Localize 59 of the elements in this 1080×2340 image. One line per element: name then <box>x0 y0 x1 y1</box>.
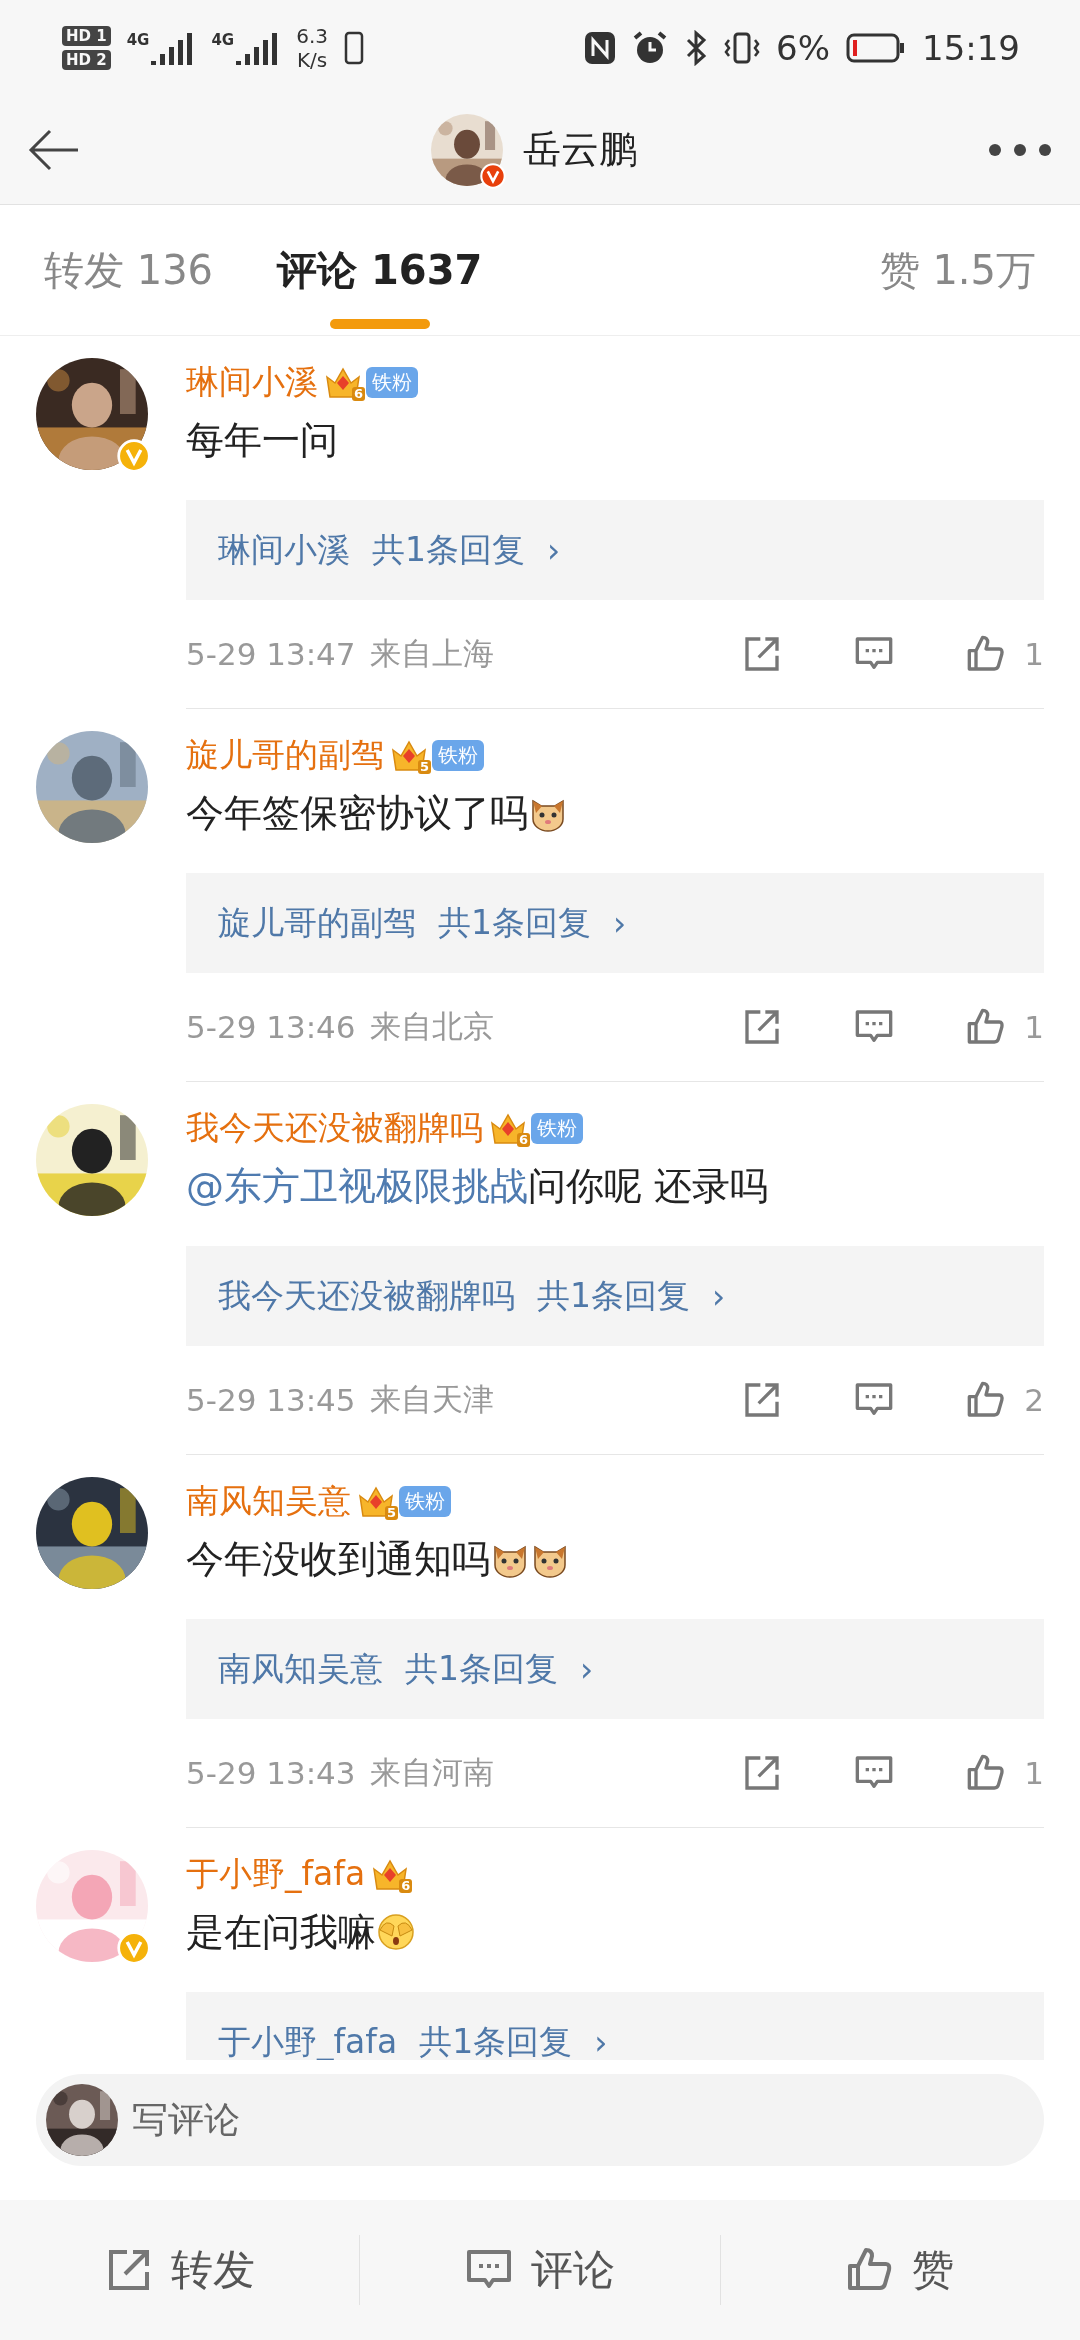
commenter-name[interactable]: 琳间小溪 <box>186 359 318 405</box>
face-covering-emoji-icon <box>376 1912 416 1952</box>
comment-time: 5-29 13:45 <box>186 1382 356 1418</box>
alarm-icon <box>632 29 669 66</box>
replies-link[interactable]: 我今天还没被翻牌吗 共1条回复 › <box>186 1246 1044 1346</box>
comment-time: 5-29 13:47 <box>186 636 356 672</box>
tab[interactable]: 赞 1.5万 <box>879 205 1036 335</box>
phone-icon <box>344 30 364 65</box>
comment-time: 5-29 13:43 <box>186 1755 356 1791</box>
sim-label: HD 2 <box>62 49 111 70</box>
commenter-name[interactable]: 我今天还没被翻牌吗 <box>186 1105 483 1151</box>
commenter-name[interactable]: 旋儿哥的副驾 <box>186 732 384 778</box>
replies-link[interactable]: 于小野_fafa 共1条回复 › <box>186 1992 1044 2060</box>
comment-text: @东方卫视极限挑战问你呢 还录吗 <box>186 1163 770 1210</box>
fan-badge: 铁粉 <box>366 366 418 398</box>
replies-link[interactable]: 琳间小溪 共1条回复 › <box>186 500 1044 600</box>
back-arrow-icon[interactable] <box>28 128 80 171</box>
commenter-name[interactable]: 于小野_fafa <box>186 1851 366 1897</box>
like-count: 1 <box>1024 1755 1044 1791</box>
like-count: 2 <box>1024 1382 1044 1418</box>
comment-time: 5-29 13:46 <box>186 1009 356 1045</box>
comment-input[interactable]: 写评论 <box>36 2074 1044 2166</box>
like-count: 1 <box>1024 636 1044 672</box>
like-button[interactable]: 赞 <box>720 2235 1080 2305</box>
comment-location: 来自上海 <box>369 634 494 673</box>
replies-link[interactable]: 旋儿哥的副驾 共1条回复 › <box>186 873 1044 973</box>
sim-label: HD 1 <box>62 25 111 46</box>
thumbs-up-icon[interactable] <box>966 1380 1007 1420</box>
nfc-icon <box>584 30 617 65</box>
thumbs-up-icon[interactable] <box>966 1753 1007 1793</box>
like-count: 1 <box>1024 1009 1044 1045</box>
network-label: 4G <box>126 30 150 49</box>
profile-name: 岳云鹏 <box>523 126 637 173</box>
fan-badge: 铁粉 <box>531 1112 583 1144</box>
comment-location: 来自天津 <box>369 1380 494 1419</box>
fan-badge: 铁粉 <box>432 739 484 771</box>
share-button[interactable]: 转发 <box>0 2235 361 2305</box>
tab[interactable]: 转发 136 <box>44 205 214 335</box>
comment-location: 来自河南 <box>369 1753 494 1792</box>
comment-text: 今年没收到通知吗 <box>186 1529 1044 1589</box>
comment-text: 是在问我嘛 <box>186 1902 1044 1962</box>
bluetooth-icon <box>684 29 709 66</box>
fan-badge: 铁粉 <box>399 1485 451 1517</box>
comment-button[interactable]: 评论 <box>360 2235 721 2305</box>
tab[interactable]: 评论 1637 <box>277 205 483 335</box>
replies-link[interactable]: 南风知吴意 共1条回复 › <box>186 1619 1044 1719</box>
network-label: 4G <box>211 30 235 49</box>
comment-text: 每年一问 <box>186 417 339 464</box>
thumbs-up-icon[interactable] <box>966 1007 1007 1047</box>
thumbs-up-icon[interactable] <box>966 634 1007 674</box>
speed-unit: K/s <box>296 47 328 72</box>
comment-location: 来自北京 <box>369 1007 494 1046</box>
battery-icon <box>846 31 906 64</box>
commenter-name[interactable]: 南风知吴意 <box>186 1478 351 1524</box>
battery-percent: 6% <box>776 27 830 68</box>
speed-value: 6.3 <box>296 23 328 48</box>
clock-time: 15:19 <box>922 27 1020 68</box>
comment-text: 今年签保密协议了吗 <box>186 783 1044 843</box>
more-menu-icon[interactable] <box>988 142 1052 157</box>
